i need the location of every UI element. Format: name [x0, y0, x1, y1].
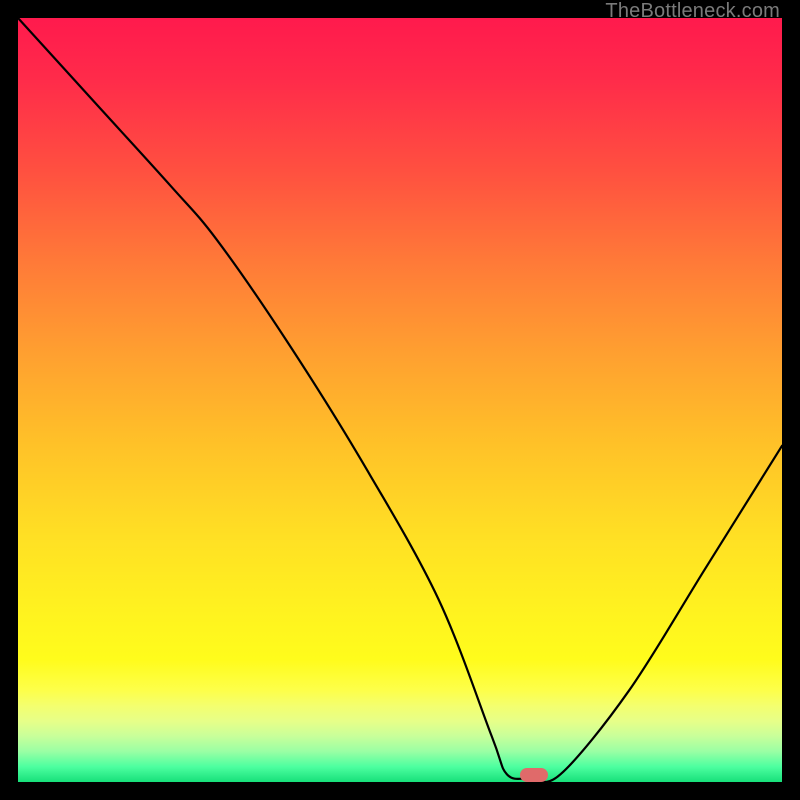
- plot-area: [18, 18, 782, 782]
- curve-svg: [18, 18, 782, 782]
- highlight-marker: [520, 768, 548, 782]
- bottleneck-curve: [18, 18, 782, 782]
- chart-container: TheBottleneck.com: [0, 0, 800, 800]
